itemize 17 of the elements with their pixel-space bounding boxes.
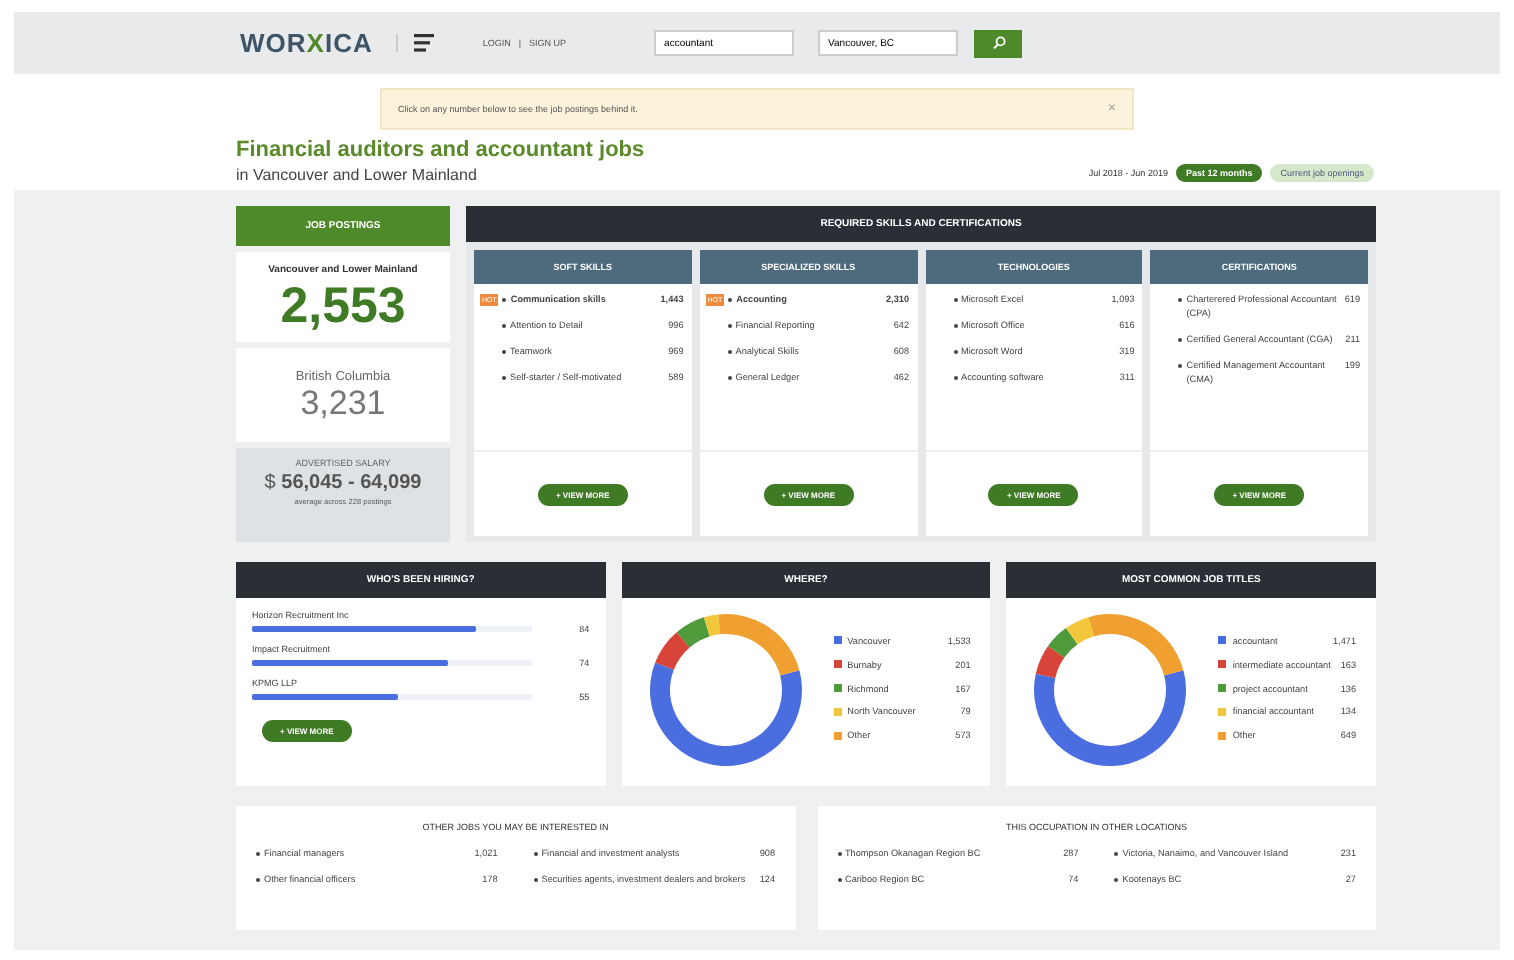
province-count[interactable]: 3,231 — [236, 384, 450, 425]
donut-slice — [1048, 628, 1079, 658]
menu-icon[interactable] — [396, 34, 435, 52]
bullet-icon — [727, 349, 732, 354]
search-button[interactable] — [974, 29, 1023, 57]
bullet-icon — [533, 877, 538, 882]
page-subtitle: in Vancouver and Lower Mainland — [236, 166, 479, 184]
bullet-icon — [1178, 363, 1183, 368]
salary-value: $ 56,045 - 64,099 — [262, 472, 424, 495]
bullet-icon — [1114, 877, 1119, 882]
bullet-icon — [1178, 337, 1183, 342]
page-title: Financial auditors and accountant jobs — [236, 138, 645, 162]
bullet-icon — [727, 323, 732, 328]
search-icon — [991, 36, 1006, 50]
bullet-icon — [727, 375, 732, 380]
region-count[interactable]: 2,553 — [236, 276, 450, 336]
logo[interactable]: WORXICA — [240, 28, 373, 58]
